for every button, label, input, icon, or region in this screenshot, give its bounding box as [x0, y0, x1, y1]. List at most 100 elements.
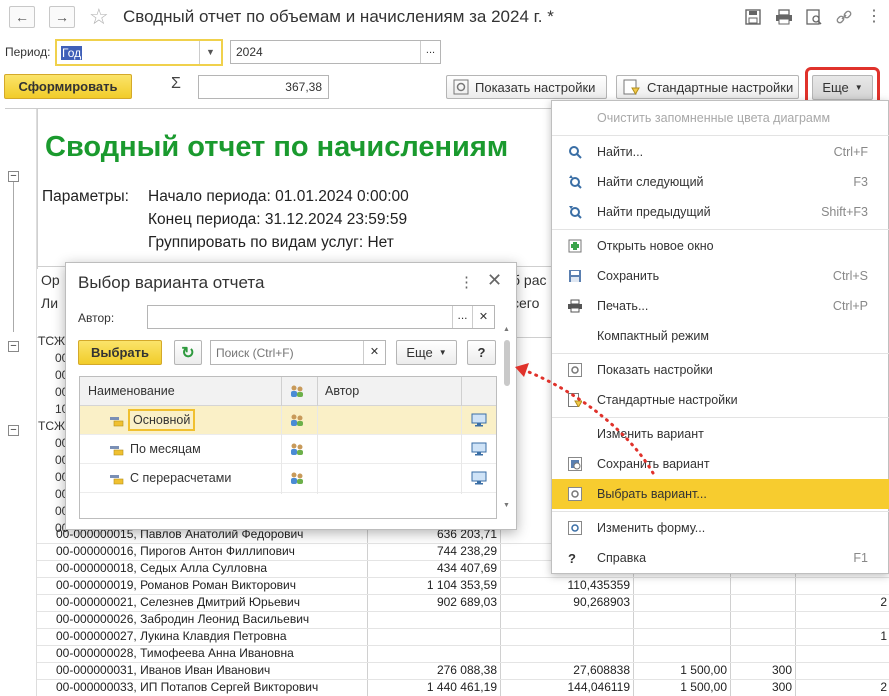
param-end: Конец периода: 31.12.2024 23:59:59	[148, 211, 408, 228]
scroll-up-icon[interactable]: ▲	[503, 326, 510, 333]
report-row: 00-000000031, Иванов Иван Иванович 276 08…	[5, 662, 889, 679]
menu-item[interactable]: Сохранить Ctrl+S	[552, 261, 889, 291]
standard-settings-label: Стандартные настройки	[647, 79, 794, 95]
author-select-button[interactable]: ...	[452, 306, 472, 328]
window-title: Сводный отчет по объемам и начислениям з…	[123, 7, 554, 26]
choose-button[interactable]: Выбрать	[78, 340, 162, 365]
menu-item-label: Компактный режим	[597, 329, 709, 343]
author-field[interactable]: ... ✕	[147, 305, 495, 329]
menu-item[interactable]: Компактный режим	[552, 321, 889, 351]
report-cell-name: 00-000000018, Седых Алла Сулловна	[56, 561, 268, 575]
menu-item[interactable]: Изменить форму...	[552, 513, 889, 543]
menu-item-label: Справка	[597, 551, 647, 565]
favorite-star-icon[interactable]: ☆	[89, 4, 109, 30]
report-cell-v2: 110,435359	[567, 578, 630, 592]
report-row: 00-000000026, Забродин Леонид Васильевич	[5, 611, 889, 628]
menu-item-shortcut: Ctrl+P	[832, 299, 868, 313]
refresh-icon[interactable]: ↻	[174, 340, 202, 365]
author-clear-icon[interactable]: ✕	[472, 306, 494, 328]
forward-button[interactable]: →	[49, 6, 75, 28]
preview-icon[interactable]	[806, 9, 822, 28]
dialog-kebab-icon[interactable]: ⋮	[459, 273, 474, 291]
menu-item[interactable]: ? Справка F1	[552, 543, 889, 573]
search-icon	[568, 145, 582, 159]
report-cell-name: 00-000000028, Тимофеева Анна Ивановна	[56, 646, 294, 660]
header-left-2: Ли	[41, 295, 59, 311]
more-label: Еще	[822, 80, 849, 95]
sigma-icon: Σ	[171, 75, 181, 92]
variant-icon	[110, 444, 124, 459]
variant-row[interactable]: С перерасчетами	[80, 464, 496, 493]
monitor-icon	[471, 442, 487, 459]
author-icon	[289, 413, 305, 430]
report-cell-v5: 2	[880, 595, 887, 609]
author-label: Автор:	[78, 311, 115, 325]
search-clear-icon[interactable]: ✕	[363, 341, 385, 364]
year-value: 2024	[236, 45, 263, 59]
collapse-icon[interactable]: −	[8, 341, 19, 352]
standard-settings-button[interactable]: Стандартные настройки	[616, 75, 799, 99]
menu-separator	[552, 229, 889, 230]
kebab-menu-icon[interactable]: ⋮	[866, 6, 882, 26]
show-settings-button[interactable]: Показать настройки	[446, 75, 607, 99]
year-field[interactable]: 2024 ...	[230, 40, 441, 64]
dialog-close-icon[interactable]: ✕	[487, 270, 502, 291]
report-cell-v1: 902 689,03	[436, 595, 497, 609]
chevron-down-icon[interactable]: ▼	[199, 41, 221, 64]
forward-arrow-icon: →	[55, 9, 69, 25]
report-row-partial: ТСЖ	[38, 334, 66, 348]
header-right-1: б рас	[512, 272, 547, 288]
generate-button[interactable]: Сформировать	[4, 74, 132, 99]
find-next-icon	[568, 175, 582, 189]
menu-item-label: Печать...	[597, 299, 649, 313]
report-title: Сводный отчет по начислениям	[45, 131, 509, 163]
author-icon	[289, 442, 305, 459]
menu-item-shortcut: Ctrl+S	[832, 269, 868, 283]
back-button[interactable]: ←	[9, 6, 35, 28]
report-row: 00-000000028, Тимофеева Анна Ивановна	[5, 645, 889, 662]
menu-item-label: Найти следующий	[597, 175, 704, 189]
author-icon	[289, 471, 305, 488]
variant-row[interactable]: По месяцам	[80, 435, 496, 464]
report-row-partial: ТСЖ	[38, 419, 66, 433]
period-label: Период:	[5, 45, 51, 59]
menu-item[interactable]: Найти предыдущий Shift+F3	[552, 197, 889, 227]
report-cell-v1: 434 407,69	[436, 561, 497, 575]
dropdown-arrow-icon: ▼	[438, 348, 447, 357]
dialog-more-button[interactable]: Еще ▼	[396, 340, 457, 365]
menu-item[interactable]: Найти следующий F3	[552, 167, 889, 197]
save-icon[interactable]	[745, 9, 761, 28]
variant-name: Основной	[128, 409, 196, 431]
help-button[interactable]: ?	[467, 340, 496, 365]
variant-row[interactable]: Основной	[80, 406, 496, 435]
report-cell-name: 00-000000031, Иванов Иван Иванович	[56, 663, 271, 677]
scroll-down-icon[interactable]: ▼	[503, 502, 510, 509]
more-dropdown-menu: Очистить запомненные цвета диаграмм Найти…	[551, 100, 889, 574]
menu-item[interactable]: Открыть новое окно	[552, 231, 889, 261]
report-cell-v1: 1 440 461,19	[426, 680, 497, 694]
author-column-icon	[289, 384, 305, 401]
report-cell-name: 00-000000016, Пирогов Антон Филлипович	[56, 544, 295, 558]
report-cell-v3: 1 500,00	[680, 680, 727, 694]
sum-field: 367,38	[198, 75, 329, 99]
col-author-header: Автор	[325, 384, 360, 398]
menu-item[interactable]: Найти... Ctrl+F	[552, 137, 889, 167]
menu-item-shortcut: Ctrl+F	[833, 145, 868, 159]
report-cell-v1: 276 088,38	[436, 663, 497, 677]
save-icon	[568, 269, 582, 283]
link-icon[interactable]	[836, 9, 852, 28]
print-icon[interactable]	[775, 9, 793, 28]
collapse-icon[interactable]: −	[8, 171, 19, 182]
dialog-search-input[interactable]	[211, 341, 363, 364]
year-select-button[interactable]: ...	[420, 41, 440, 63]
dialog-search-field[interactable]: ✕	[210, 340, 386, 365]
period-type-select[interactable]: Год ▼	[55, 39, 223, 66]
report-cell-name: 00-000000019, Романов Роман Викторович	[56, 578, 296, 592]
menu-item-label: Сохранить	[597, 269, 660, 283]
variant-name: По месяцам	[130, 442, 201, 456]
show-settings-label: Показать настройки	[475, 79, 596, 95]
menu-item[interactable]: Печать... Ctrl+P	[552, 291, 889, 321]
report-cell-name: 00-000000026, Забродин Леонид Васильевич	[56, 612, 310, 626]
more-button[interactable]: Еще ▼	[812, 75, 873, 100]
collapse-icon[interactable]: −	[8, 425, 19, 436]
